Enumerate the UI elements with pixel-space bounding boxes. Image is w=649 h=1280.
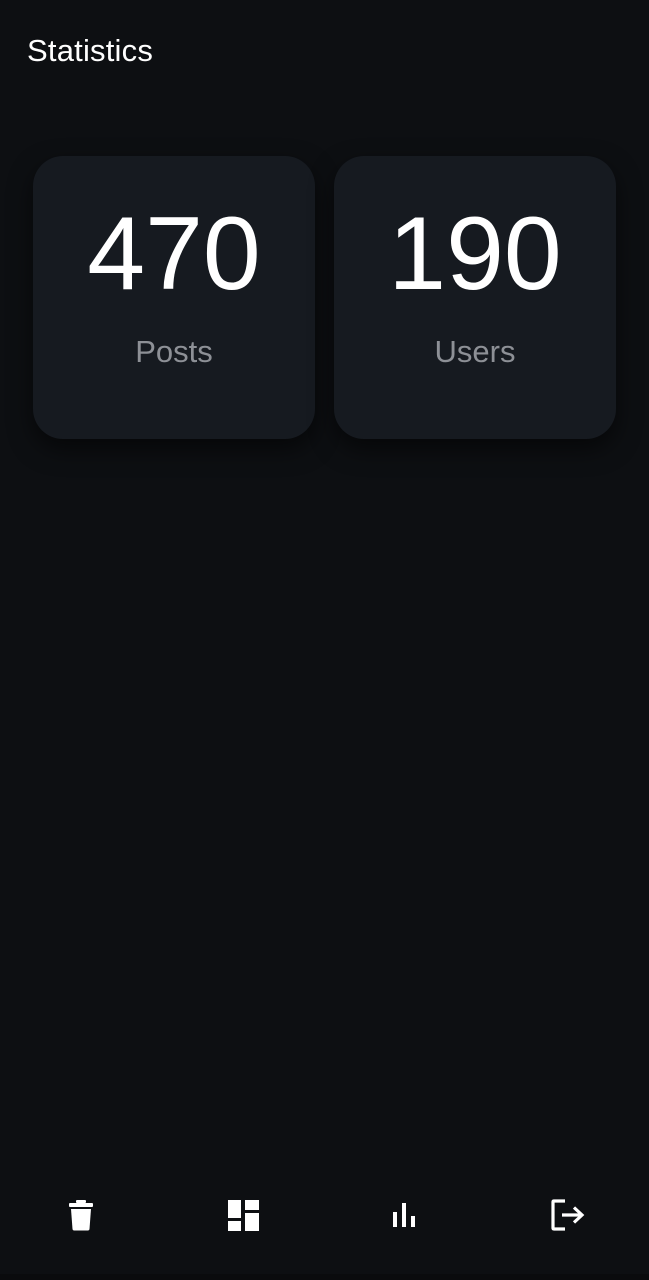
users-stat-card: 190 Users bbox=[334, 156, 616, 439]
app-bar: Statistics bbox=[0, 0, 649, 104]
nav-logout-button[interactable] bbox=[518, 1160, 618, 1270]
nav-statistics-button[interactable] bbox=[355, 1160, 455, 1270]
bottom-navigation bbox=[0, 1160, 649, 1270]
bar-chart-icon bbox=[392, 1203, 418, 1227]
users-label: Users bbox=[434, 334, 516, 369]
posts-count: 470 bbox=[87, 196, 261, 312]
trash-icon bbox=[68, 1199, 94, 1231]
posts-stat-card: 470 Posts bbox=[33, 156, 315, 439]
dashboard-icon bbox=[227, 1199, 259, 1231]
logout-icon bbox=[551, 1199, 585, 1231]
users-count: 190 bbox=[388, 196, 562, 312]
posts-label: Posts bbox=[135, 334, 213, 369]
nav-delete-button[interactable] bbox=[31, 1160, 131, 1270]
stats-row: 470 Posts 190 Users bbox=[33, 156, 616, 439]
page-title: Statistics bbox=[27, 33, 154, 68]
bottom-edge bbox=[0, 1274, 649, 1280]
statistics-screen: Statistics 470 Posts 190 Users bbox=[0, 0, 649, 1280]
nav-dashboard-button[interactable] bbox=[193, 1160, 293, 1270]
